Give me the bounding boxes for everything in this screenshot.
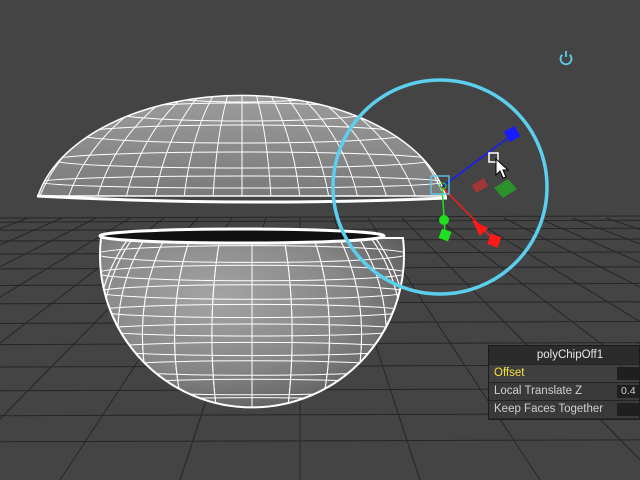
- hud-row-keep-faces-together[interactable]: Keep Faces Together: [489, 400, 639, 418]
- gizmo-y-handle[interactable]: [439, 215, 449, 225]
- viewport[interactable]: polyChipOff1 Offset Local Translate Z 0.…: [0, 0, 640, 480]
- grid-line: [0, 217, 29, 230]
- mouse-pointer-icon: [488, 152, 510, 179]
- gizmo-z-axis[interactable]: [441, 134, 513, 188]
- hud-label-offset: Offset: [494, 367, 525, 379]
- wire-parallel: [97, 434, 407, 453]
- gizmo-plane-xz[interactable]: [472, 178, 488, 193]
- wire-parallel: [97, 471, 407, 480]
- in-view-editor-title: polyChipOff1: [536, 349, 604, 361]
- in-view-editor-panel[interactable]: polyChipOff1 Offset Local Translate Z 0.…: [488, 345, 640, 420]
- gizmo-plane-yz[interactable]: [494, 179, 517, 198]
- grid-line: [0, 439, 640, 443]
- move-manipulator[interactable]: [430, 125, 521, 248]
- chipped-cap-mesh[interactable]: [36, 72, 448, 204]
- wire-parallel: [97, 416, 407, 434]
- hud-value-offset[interactable]: [617, 367, 639, 380]
- hud-row-local-translate-z[interactable]: Local Translate Z 0.4: [489, 382, 639, 400]
- wire-parallel: [202, 74, 282, 86]
- wire-parallel: [97, 453, 407, 473]
- hud-label-keep-faces-together: Keep Faces Together: [494, 403, 604, 415]
- hud-value-local-translate-z[interactable]: 0.4: [617, 385, 639, 398]
- hud-row-offset[interactable]: Offset: [489, 364, 639, 382]
- power-icon[interactable]: [559, 51, 573, 66]
- hud-value-keep-faces-together[interactable]: [617, 403, 639, 416]
- grid-line: [0, 217, 63, 246]
- gizmo-x-arrow[interactable]: [472, 220, 488, 236]
- grid-line: [0, 217, 97, 268]
- hud-label-local-translate-z: Local Translate Z: [494, 385, 583, 397]
